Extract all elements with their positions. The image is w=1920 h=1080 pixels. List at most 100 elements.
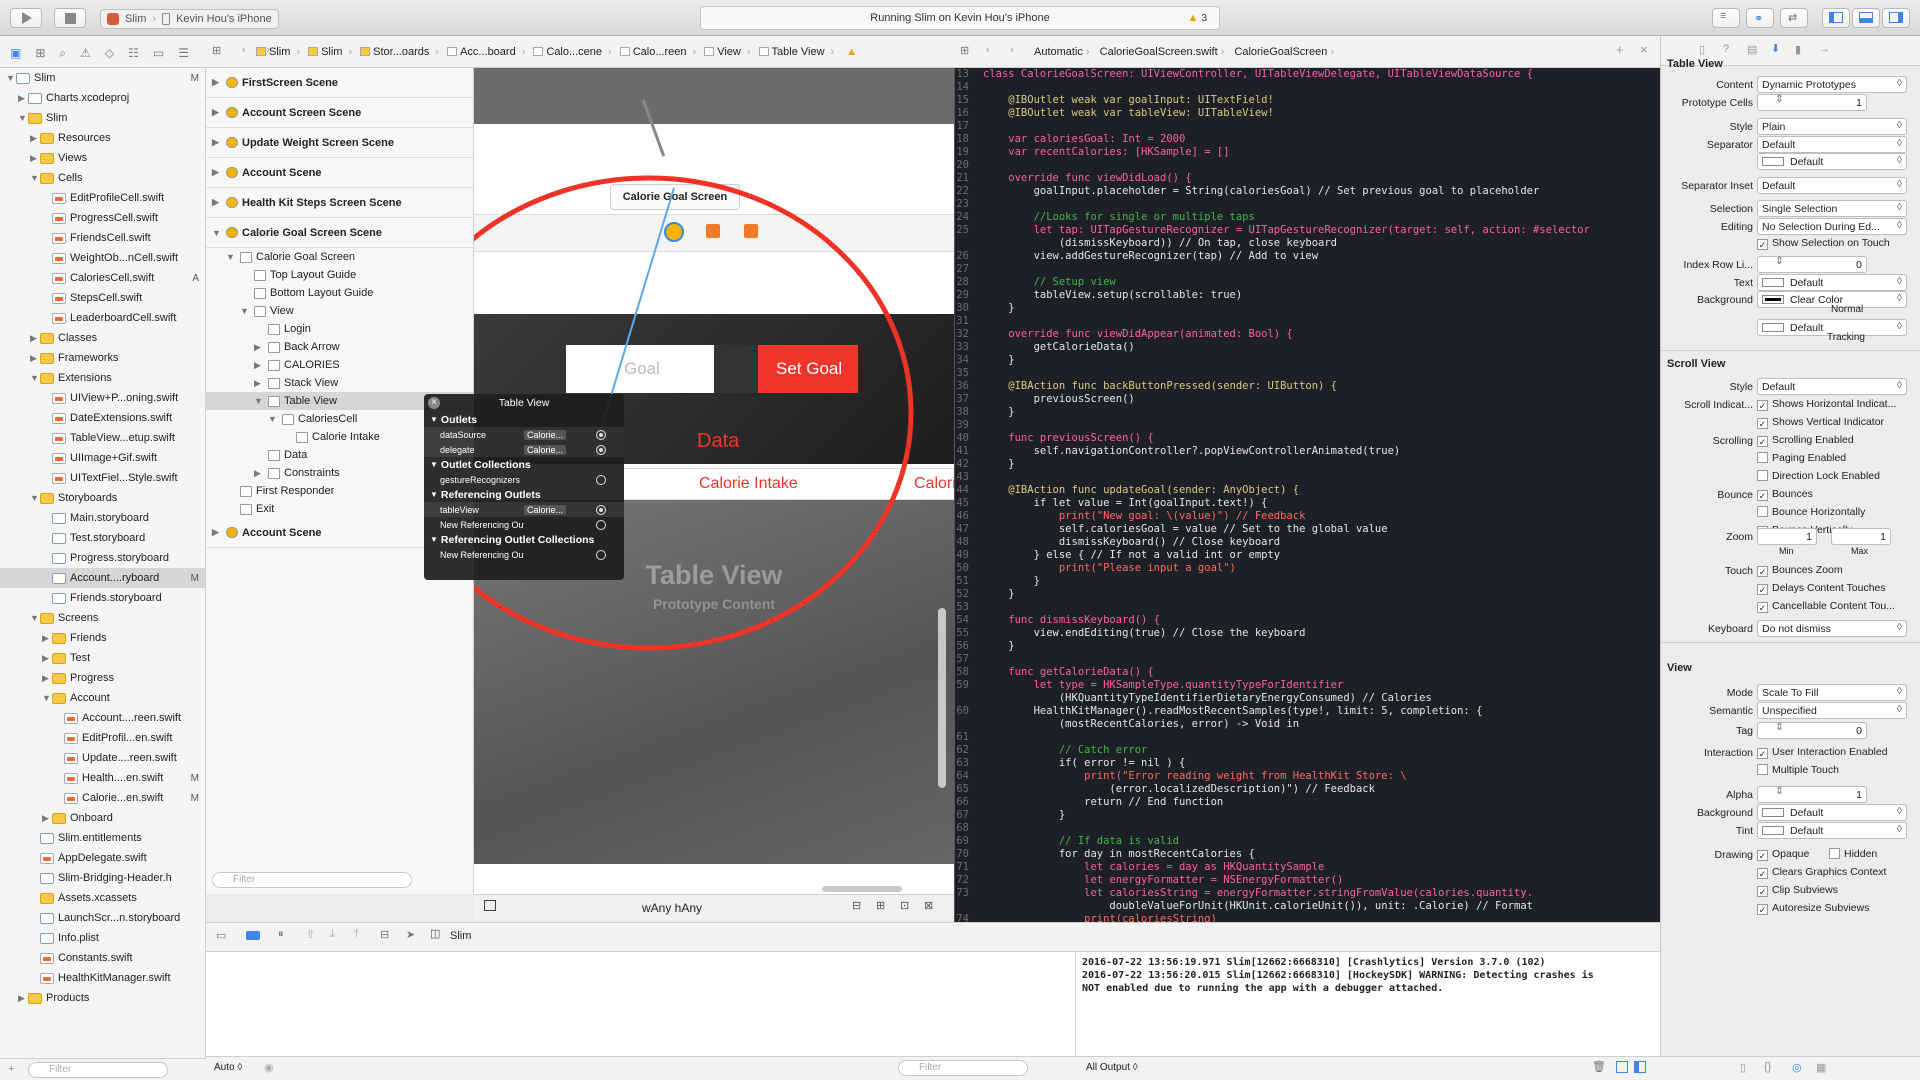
outlet-target[interactable]: Calorie...	[524, 444, 567, 455]
disclosure-closed-icon[interactable]: ▶	[18, 993, 28, 1004]
disclosure-icon[interactable]: ▶	[212, 167, 222, 178]
disclosure-icon[interactable]: ▶	[254, 378, 264, 389]
navigator-item[interactable]: ▶ Charts.xcodeproj	[0, 88, 205, 108]
stack-icon[interactable]: ⊟	[852, 899, 861, 912]
hide-debug-icon[interactable]: ▭	[216, 929, 226, 942]
console-output[interactable]: 2016-07-22 13:56:19.971 Slim[12662:66683…	[1076, 952, 1660, 1056]
inspector-checkbox[interactable]: ✓ Opaque	[1757, 848, 1809, 861]
outline-item[interactable]: Bottom Layout Guide	[206, 284, 473, 302]
object-library-icon[interactable]: ◎	[1792, 1061, 1802, 1074]
navigator-item[interactable]: ▶ Onboard	[0, 808, 205, 828]
navigator-item[interactable]: StepsCell.swift	[0, 288, 205, 308]
navigator-item[interactable]: ProgressCell.swift	[0, 208, 205, 228]
inspector-checkbox[interactable]: Direction Lock Enabled	[1757, 470, 1880, 482]
editor-breadcrumb-item[interactable]: CalorieGoalScreen ›	[1234, 46, 1334, 58]
navigator-item[interactable]: WeightOb...nCell.swift	[0, 248, 205, 268]
outlet-target[interactable]: Calorie...	[524, 429, 567, 440]
inspector-stepper[interactable]: 0	[1757, 256, 1867, 273]
inspector-select[interactable]: No Selection During Ed... ◊	[1757, 218, 1907, 235]
inspector-color[interactable]: Default ◊	[1757, 822, 1907, 839]
file-inspector-icon[interactable]: ▯	[1699, 43, 1705, 56]
navigator-item[interactable]: Update....reen.swift	[0, 748, 205, 768]
breadcrumb-item[interactable]: View ›	[704, 46, 751, 58]
navigator-item[interactable]: ▶ Test	[0, 648, 205, 668]
inspector-checkbox[interactable]: ✓ Autoresize Subviews	[1757, 902, 1869, 915]
disclosure-icon[interactable]: ▼	[254, 396, 264, 406]
inspector-checkbox[interactable]: ✓ Cancellable Content Tou...	[1757, 600, 1895, 613]
disclosure-open-icon[interactable]: ▼	[42, 693, 52, 703]
disclosure-open-icon[interactable]: ▼	[30, 613, 40, 623]
navigator-item[interactable]: ▶ Products	[0, 988, 205, 1008]
output-select[interactable]: All Output ◊	[1086, 1062, 1138, 1073]
disclosure-closed-icon[interactable]: ▶	[30, 133, 40, 144]
inspector-stepper[interactable]: 0	[1757, 722, 1867, 739]
auto-select[interactable]: Auto ◊	[214, 1062, 242, 1073]
connection-circle-icon[interactable]	[596, 519, 606, 530]
code-snippet-icon[interactable]: {}	[1764, 1061, 1771, 1073]
checkbox-icon[interactable]: ✓	[1757, 850, 1768, 861]
split-left-icon[interactable]	[1616, 1061, 1628, 1073]
navigator-item[interactable]: ▼ Slim	[0, 108, 205, 128]
outline-scene[interactable]: ▶ Account Screen Scene	[206, 98, 473, 128]
outline-scene[interactable]: ▼ Calorie Goal Screen Scene	[206, 218, 473, 248]
popup-section-header[interactable]: ▼ Referencing Outlet Collections	[424, 532, 624, 547]
navigator-item[interactable]: ▼ Account	[0, 688, 205, 708]
outline-item[interactable]: Login	[206, 320, 473, 338]
inspector-color[interactable]: Default ◊	[1757, 274, 1907, 291]
navigator-item[interactable]: ▶ Progress	[0, 668, 205, 688]
breakpoints-icon[interactable]	[246, 931, 260, 940]
inspector-checkbox[interactable]: Multiple Touch	[1757, 764, 1839, 776]
navigator-item[interactable]: ▶ Classes	[0, 328, 205, 348]
issue-icon[interactable]: ⚠	[80, 46, 91, 60]
navigator-item[interactable]: Progress.storyboard	[0, 548, 205, 568]
standard-editor-button[interactable]: ≡	[1712, 8, 1740, 28]
disclosure-closed-icon[interactable]: ▶	[42, 633, 52, 644]
stepper-icon[interactable]: ⇕	[1775, 255, 1784, 267]
disclosure-icon[interactable]: ▶	[212, 197, 222, 208]
navigator-item[interactable]: Info.plist	[0, 928, 205, 948]
identity-icon[interactable]: ▤	[1747, 43, 1757, 56]
inspector-select[interactable]: Do not dismiss ◊	[1757, 620, 1907, 637]
disclosure-icon[interactable]: ▶	[254, 468, 264, 479]
checkbox-icon[interactable]: ✓	[1757, 886, 1768, 897]
disclosure-closed-icon[interactable]: ▶	[42, 653, 52, 664]
inspector-checkbox[interactable]: ✓ Shows Horizontal Indicat...	[1757, 398, 1896, 411]
back-arrow-icon[interactable]: ‹	[242, 44, 246, 56]
breadcrumb-item[interactable]: Acc...board ›	[447, 46, 525, 58]
checkbox-icon[interactable]	[1829, 848, 1840, 859]
size-class-label[interactable]: wAny hAny	[642, 901, 702, 915]
navigator-item[interactable]: FriendsCell.swift	[0, 228, 205, 248]
step-out-icon[interactable]: ⤒	[354, 928, 359, 941]
resolve-icon[interactable]: ⊠	[924, 899, 933, 912]
inspector-stepper[interactable]: 1	[1757, 786, 1867, 803]
outline-item[interactable]: ▶ Back Arrow	[206, 338, 473, 356]
version-editor-button[interactable]: ⇄	[1780, 8, 1808, 28]
outline-filter-input[interactable]: Filter	[212, 872, 412, 888]
close-icon[interactable]: ×	[428, 397, 440, 409]
outlet-row[interactable]: dataSource Calorie...	[424, 427, 624, 442]
symbol-icon[interactable]: ⊞	[35, 46, 45, 60]
outline-scene[interactable]: ▶ FirstScreen Scene	[206, 68, 473, 98]
close-editor-icon[interactable]: ×	[1640, 42, 1648, 57]
navigator-item[interactable]: Account....reen.swift	[0, 708, 205, 728]
media-library-icon[interactable]: ▦	[1816, 1061, 1826, 1074]
breakpoint-icon[interactable]: ▭	[153, 46, 164, 60]
disclosure-icon[interactable]: ▼	[240, 306, 250, 316]
inspector-checkbox[interactable]: Bounce Horizontally	[1757, 506, 1865, 518]
navigator-item[interactable]: ▼ Slim M	[0, 68, 205, 88]
inspector-select[interactable]: Scale To Fill ◊	[1757, 684, 1907, 701]
warning-icon[interactable]: ▲	[846, 46, 857, 58]
disclosure-icon[interactable]: ▼	[226, 252, 236, 262]
outline-item[interactable]: ▶ Stack View	[206, 374, 473, 392]
navigator-item[interactable]: AppDelegate.swift	[0, 848, 205, 868]
inspector-checkbox[interactable]: ✓ Delays Content Touches	[1757, 582, 1886, 595]
checkbox-icon[interactable]: ✓	[1757, 748, 1768, 759]
vars-filter-input[interactable]: Filter	[898, 1060, 1028, 1076]
inspector-checkbox[interactable]: ✓ User Interaction Enabled	[1757, 746, 1888, 759]
navigator-item[interactable]: ▼ Extensions	[0, 368, 205, 388]
navigator-item[interactable]: UIImage+Gif.swift	[0, 448, 205, 468]
navigator-item[interactable]: EditProfileCell.swift	[0, 188, 205, 208]
disclosure-icon[interactable]: ▶	[212, 137, 222, 148]
checkbox-icon[interactable]	[1757, 764, 1768, 775]
disclosure-closed-icon[interactable]: ▶	[42, 673, 52, 684]
